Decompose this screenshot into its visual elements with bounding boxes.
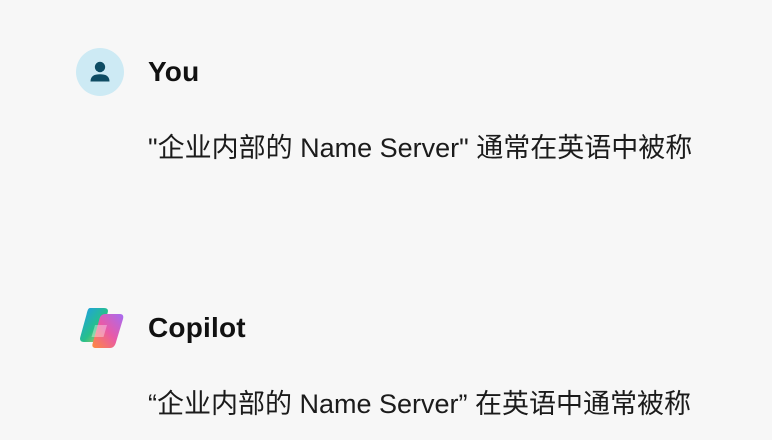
copilot-avatar (76, 304, 124, 352)
user-message: You "企业内部的 Name Server" 通常在英语中被称 (76, 48, 772, 168)
copilot-message: Copilot “企业内部的 Name Server” 在英语中通常被称 (76, 304, 772, 424)
user-icon (90, 61, 110, 82)
author-name: Copilot (148, 312, 246, 343)
message-text: “企业内部的 Name Server” 在英语中通常被称 (148, 389, 692, 419)
user-avatar (76, 48, 124, 96)
author-name: You (148, 56, 200, 87)
copilot-logo-icon (80, 308, 124, 348)
message-text: "企业内部的 Name Server" 通常在英语中被称 (148, 133, 693, 163)
chat-transcript: You "企业内部的 Name Server" 通常在英语中被称 Copilot… (0, 0, 772, 440)
message-header: You (76, 48, 772, 96)
message-header: Copilot (76, 304, 772, 352)
